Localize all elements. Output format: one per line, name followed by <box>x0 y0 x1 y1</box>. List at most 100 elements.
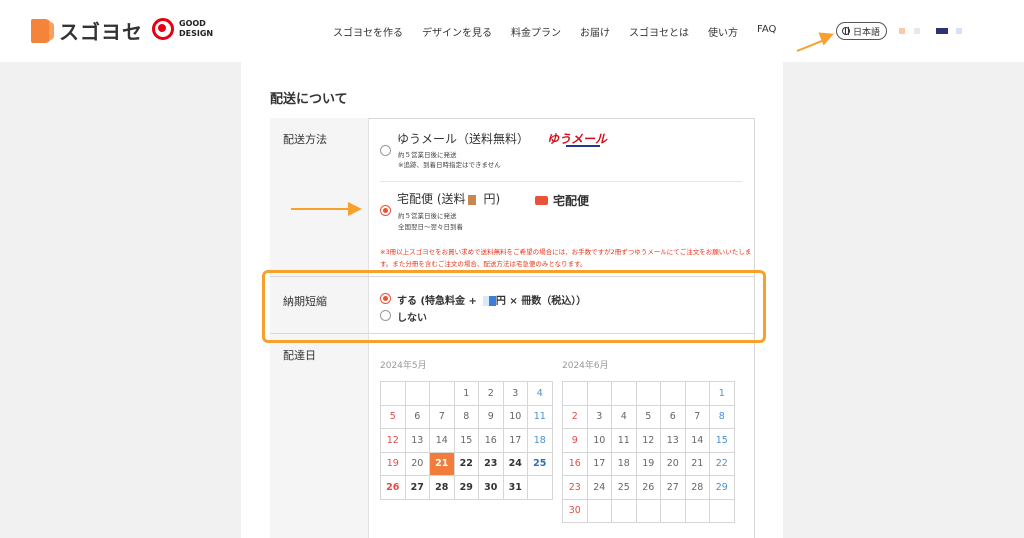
calendar-day-30[interactable]: 30 <box>562 498 588 523</box>
nav-about[interactable]: スゴヨセとは <box>629 24 689 39</box>
logo-text: スゴヨセ <box>59 20 143 44</box>
calendar-empty-cell <box>660 381 686 406</box>
calendar-day-10[interactable]: 10 <box>586 428 612 453</box>
swatch-2[interactable] <box>914 28 920 34</box>
nav-designs[interactable]: デザインを見る <box>422 24 492 39</box>
calendar-empty-cell <box>709 498 735 523</box>
calendar-day-26[interactable]: 26 <box>635 475 661 500</box>
calendar-empty-cell <box>586 498 612 523</box>
calendar-empty-cell <box>380 381 406 406</box>
calendar-week-row: 1 <box>562 381 735 406</box>
main-nav: スゴヨセを作る デザインを見る 料金プラン お届け スゴヨセとは 使い方 FAQ <box>333 24 795 39</box>
calendar-day-22[interactable]: 22 <box>709 451 735 476</box>
calendar-day-26[interactable]: 26 <box>380 475 406 500</box>
language-selector[interactable]: 日本語 <box>836 22 887 40</box>
calendar-day-9[interactable]: 9 <box>562 428 588 453</box>
takkyubin-radio[interactable] <box>380 205 391 216</box>
calendar-day-5[interactable]: 5 <box>635 404 661 429</box>
calendar-day-25[interactable]: 25 <box>527 451 553 476</box>
calendar-day-30[interactable]: 30 <box>478 475 504 500</box>
calendar-day-20[interactable]: 20 <box>660 451 686 476</box>
calendar-empty-cell <box>429 381 455 406</box>
annotation-arrow-shipping <box>291 208 348 210</box>
calendar-week-row: 16 17 18 19 20 21 22 <box>562 451 735 476</box>
calendar-day-1[interactable]: 1 <box>709 381 735 406</box>
calendar-day-4[interactable]: 4 <box>611 404 637 429</box>
site-logo[interactable]: スゴヨセ <box>31 16 143 45</box>
calendar-day-19[interactable]: 19 <box>635 451 661 476</box>
calendar-day-17: 17 <box>502 428 528 453</box>
calendar-day-15[interactable]: 15 <box>709 428 735 453</box>
good-design-icon <box>152 18 174 40</box>
calendar-day-24[interactable]: 24 <box>586 475 612 500</box>
calendar-empty-cell <box>660 498 686 523</box>
may-calendar-title: 2024年5月 <box>380 361 427 371</box>
takkyubin-logo-text: 宅配便 <box>553 194 590 208</box>
calendar-day-25[interactable]: 25 <box>611 475 637 500</box>
takkyubin-note-1: 約５営業日後に発送 <box>398 212 457 220</box>
calendar-day-6[interactable]: 6 <box>660 404 686 429</box>
takkyubin-title-b: 円) <box>483 192 501 206</box>
yu-mail-logo-underline <box>566 145 600 147</box>
calendar-day-31[interactable]: 31 <box>502 475 528 500</box>
rush-highlight-box <box>262 270 766 343</box>
nav-pricing[interactable]: 料金プラン <box>511 24 561 39</box>
calendar-day-7[interactable]: 7 <box>684 404 710 429</box>
calendar-day-28[interactable]: 28 <box>429 475 455 500</box>
delivery-date-label: 配達日 <box>283 349 316 362</box>
calendar-day-27[interactable]: 27 <box>660 475 686 500</box>
calendar-day-23[interactable]: 23 <box>478 451 504 476</box>
section-title: 配送について <box>270 92 348 107</box>
option-divider <box>380 181 742 182</box>
calendar-day-11[interactable]: 11 <box>611 428 637 453</box>
calendar-day-17[interactable]: 17 <box>586 451 612 476</box>
nav-delivery[interactable]: お届け <box>580 24 610 39</box>
swatch-1[interactable] <box>899 28 905 34</box>
nav-faq[interactable]: FAQ <box>757 24 776 39</box>
calendar-week-row: 9 10 11 12 13 14 15 <box>562 428 735 453</box>
nav-howto[interactable]: 使い方 <box>708 24 738 39</box>
calendar-empty-cell <box>635 498 661 523</box>
nav-create[interactable]: スゴヨセを作る <box>333 24 403 39</box>
calendar-day-29[interactable]: 29 <box>453 475 479 500</box>
calendar-day-3[interactable]: 3 <box>586 404 612 429</box>
logo-mark-icon <box>31 18 54 43</box>
calendar-empty-cell <box>404 381 430 406</box>
swatch-3[interactable] <box>936 28 948 34</box>
calendar-day-16[interactable]: 16 <box>562 451 588 476</box>
calendar-day-3: 3 <box>502 381 528 406</box>
calendar-day-2[interactable]: 2 <box>562 404 588 429</box>
calendar-day-8[interactable]: 8 <box>709 404 735 429</box>
truck-icon <box>535 196 548 205</box>
calendar-day-13[interactable]: 13 <box>660 428 686 453</box>
calendar-day-22[interactable]: 22 <box>453 451 479 476</box>
annotation-arrowhead-shipping <box>348 202 362 216</box>
calendar-day-27[interactable]: 27 <box>404 475 430 500</box>
calendar-day-10: 10 <box>502 404 528 429</box>
calendar-empty-cell <box>611 498 637 523</box>
calendar-day-28[interactable]: 28 <box>684 475 710 500</box>
takkyubin-title[interactable]: 宅配便 (送料 円) <box>397 190 500 207</box>
calendar-week-row: 12 13 14 15 16 17 18 <box>380 428 553 453</box>
calendar-week-row: 2345678 <box>562 404 735 429</box>
price-mask <box>467 194 476 205</box>
calendar-day-18[interactable]: 18 <box>611 451 637 476</box>
calendar-day-29[interactable]: 29 <box>709 475 735 500</box>
calendar-day-14[interactable]: 14 <box>684 428 710 453</box>
calendar-day-21[interactable]: 21 <box>684 451 710 476</box>
site-header: スゴヨセ GOOD DESIGN スゴヨセを作る デザインを見る 料金プラン お… <box>0 0 1024 62</box>
takkyubin-title-a: 宅配便 (送料 <box>397 192 466 206</box>
calendar-day-9: 9 <box>478 404 504 429</box>
calendar-day-23[interactable]: 23 <box>562 475 588 500</box>
yu-mail-title[interactable]: ゆうメール（送料無料） <box>397 130 529 147</box>
yu-mail-radio[interactable] <box>380 145 391 156</box>
calendar-day-12[interactable]: 12 <box>635 428 661 453</box>
calendar-day-19: 19 <box>380 451 406 476</box>
calendar-day-24[interactable]: 24 <box>502 451 528 476</box>
calendar-day-11: 11 <box>527 404 553 429</box>
yu-mail-note-1: 約５営業日後に発送 <box>398 151 457 159</box>
calendar-day-21[interactable]: 21 <box>429 451 455 476</box>
calendar-empty-cell <box>586 381 612 406</box>
calendar-day-12: 12 <box>380 428 406 453</box>
swatch-4[interactable] <box>956 28 962 34</box>
